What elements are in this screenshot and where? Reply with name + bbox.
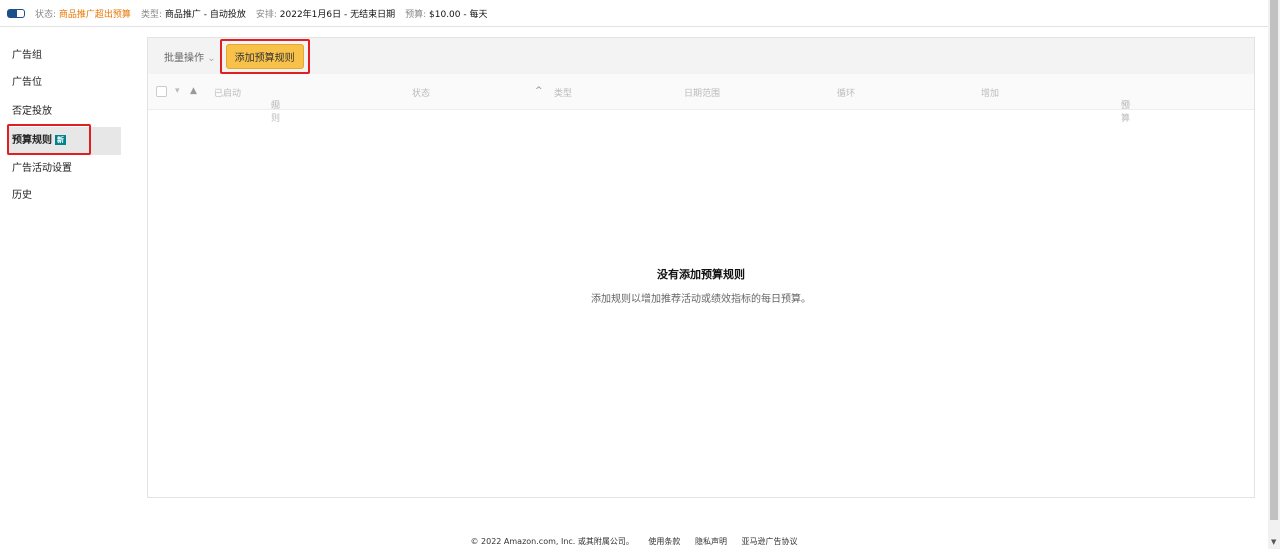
sidebar-item-budget-rules[interactable]: 预算规则新 bbox=[7, 124, 121, 155]
status-value: 商品推广超出预算 bbox=[58, 9, 131, 20]
col-type[interactable]: 类型 bbox=[554, 86, 572, 99]
col-date-range[interactable]: 日期范围 bbox=[684, 86, 720, 99]
sidebar-item-negative-targeting[interactable]: 否定投放 bbox=[7, 98, 121, 126]
toolbar: 批量操作 ⌄ 添加预算规则 bbox=[148, 38, 1254, 74]
highlight-box bbox=[7, 124, 91, 155]
sidebar-item-ad-groups[interactable]: 广告组 bbox=[7, 42, 121, 70]
col-increase[interactable]: 增加 bbox=[981, 86, 999, 99]
campaign-summary-bar: 状态: 商品推广超出预算 类型: 商品推广 - 自动投放 安排: 2022年1月… bbox=[0, 0, 1268, 27]
info-icon: ⓘ bbox=[271, 101, 281, 111]
empty-title: 没有添加预算规则 bbox=[657, 268, 745, 281]
chevron-down-icon: ⌄ bbox=[207, 52, 216, 64]
scrollbar-thumb[interactable] bbox=[1270, 0, 1278, 520]
add-budget-rule-button[interactable]: 添加预算规则 bbox=[219, 38, 310, 74]
schedule-info: 安排: 2022年1月6日 - 无结束日期 bbox=[255, 9, 396, 20]
empty-state: 没有添加预算规则 添加规则以增加推荐活动或绩效指标的每日预算。 bbox=[148, 266, 1254, 305]
col-recurrence[interactable]: 循环 bbox=[837, 86, 855, 99]
chevron-down-icon[interactable]: ▾ bbox=[175, 86, 180, 96]
bulk-actions-dropdown[interactable]: 批量操作 ⌄ bbox=[164, 49, 216, 64]
sidebar-item-campaign-settings[interactable]: 广告活动设置 bbox=[7, 155, 121, 183]
footer: © 2022 Amazon.com, Inc. 或其附属公司。 使用条款 隐私声… bbox=[470, 537, 798, 546]
sidebar: 广告组 广告位 否定投放 预算规则新 广告活动设置 历史 bbox=[0, 28, 132, 520]
highlight-box bbox=[219, 38, 310, 74]
terms-link[interactable]: 使用条款 bbox=[648, 537, 680, 546]
empty-description: 添加规则以增加推荐活动或绩效指标的每日预算。 bbox=[591, 294, 811, 305]
scrollbar[interactable]: ▼ bbox=[1268, 0, 1280, 549]
budget-rules-panel: 批量操作 ⌄ 添加预算规则 ▾ ▲ 已启动 规则 ⓘ 状态 ^ 类型 日期范围 … bbox=[147, 37, 1255, 498]
warning-icon: ▲ bbox=[190, 86, 197, 96]
select-all-checkbox[interactable] bbox=[156, 86, 167, 97]
type-info: 类型: 商品推广 - 自动投放 bbox=[140, 9, 246, 20]
sort-up-icon[interactable]: ^ bbox=[535, 86, 543, 96]
agreement-link[interactable]: 亚马逊广告协议 bbox=[742, 537, 798, 546]
status-info: 状态: 商品推广超出预算 bbox=[35, 9, 131, 20]
col-status[interactable]: 状态 bbox=[412, 86, 430, 99]
sidebar-item-placements[interactable]: 广告位 bbox=[7, 69, 121, 97]
col-enabled[interactable]: 已启动 bbox=[214, 86, 241, 99]
table-header: ▾ ▲ 已启动 规则 ⓘ 状态 ^ 类型 日期范围 循环 增加 预算 ⓘ bbox=[148, 74, 1254, 124]
privacy-link[interactable]: 隐私声明 bbox=[695, 537, 727, 546]
sidebar-item-history[interactable]: 历史 bbox=[7, 182, 121, 210]
info-icon: ⓘ bbox=[1121, 101, 1131, 111]
campaign-toggle[interactable] bbox=[7, 8, 25, 18]
scroll-down-icon[interactable]: ▼ bbox=[1271, 538, 1276, 546]
budget-info: 预算: $10.00 - 每天 bbox=[405, 9, 488, 20]
